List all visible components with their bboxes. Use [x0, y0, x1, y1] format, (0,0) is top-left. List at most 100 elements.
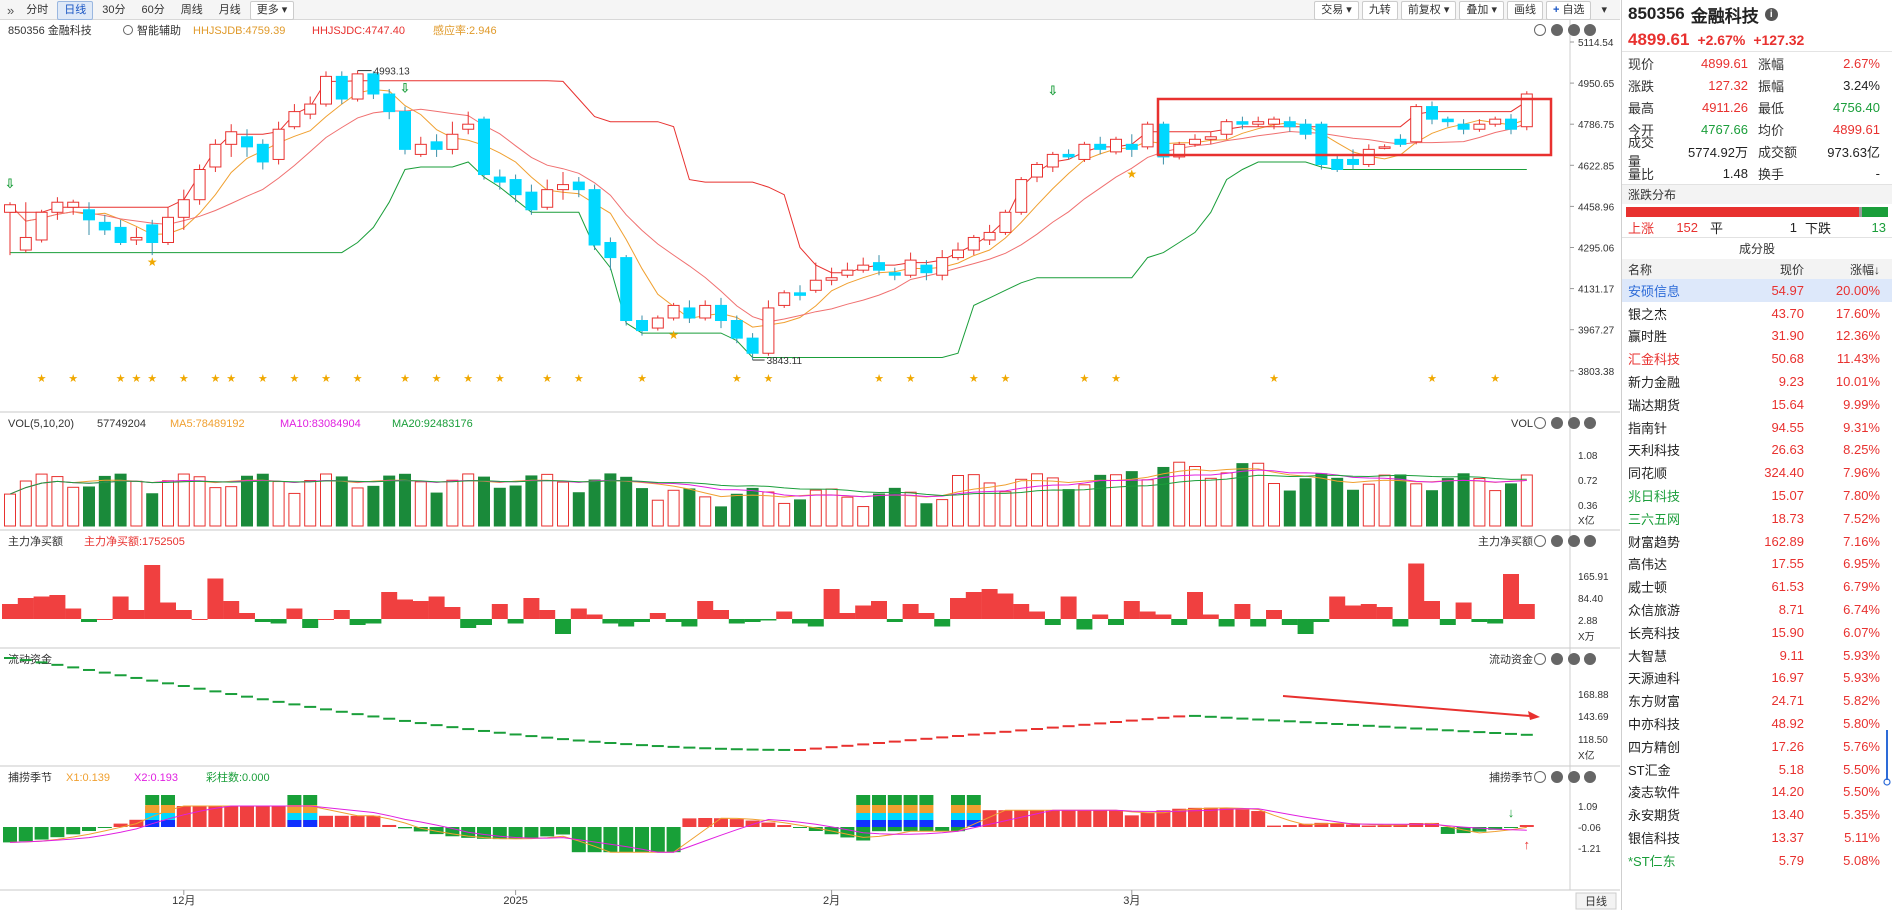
candle-body — [794, 292, 806, 296]
candle-body — [1046, 153, 1059, 168]
col-name[interactable]: 名称 — [1622, 261, 1732, 278]
scroll-indicator[interactable] — [1883, 730, 1891, 786]
info-icon[interactable]: i — [1764, 7, 1778, 21]
season-panel-control-icon[interactable] — [1568, 771, 1580, 783]
adjust-button[interactable]: 前复权 ▾ — [1400, 0, 1457, 20]
net-buy-bar — [302, 619, 319, 628]
candle-body — [1331, 158, 1344, 171]
constituent-row[interactable]: 瑞达期货 15.64 9.99% — [1622, 393, 1892, 416]
fall-count: 13 — [1871, 219, 1886, 235]
tab-weekly[interactable]: 周线 — [174, 1, 210, 20]
constituent-row[interactable]: 银之杰 43.70 17.60% — [1622, 302, 1892, 325]
vol-panel-control-icon[interactable] — [1568, 417, 1580, 429]
constituent-row[interactable]: 天源迪科 16.97 5.93% — [1622, 667, 1892, 690]
stock-price: 17.26 — [1771, 738, 1804, 754]
volume-bar — [904, 491, 917, 527]
double-chevron-right-icon[interactable]: » — [4, 3, 17, 18]
constituent-row[interactable]: 大智慧 9.11 5.93% — [1622, 644, 1892, 667]
tab-60min[interactable]: 60分 — [134, 1, 171, 20]
constituent-row[interactable]: ST汇金 5.18 5.50% — [1622, 758, 1892, 781]
constituent-row[interactable]: 新力金融 9.23 10.01% — [1622, 370, 1892, 393]
overlay-button[interactable]: 叠加 ▾ — [1459, 0, 1504, 20]
candle-body — [1031, 163, 1043, 178]
net-buy-bar — [207, 578, 224, 619]
season-bar — [271, 806, 286, 827]
constituent-row[interactable]: 众信旅游 8.71 6.74% — [1622, 598, 1892, 621]
nine-turn-button[interactable]: 九转 — [1361, 0, 1398, 20]
season-color-block — [887, 795, 902, 805]
net-buy-value: 主力净买额:1752505 — [84, 534, 185, 548]
vol-axis-label: 1.08 — [1578, 451, 1598, 462]
main-panel-control-icon[interactable] — [1584, 24, 1596, 36]
constituent-row[interactable]: 银信科技 13.37 5.11% — [1622, 826, 1892, 849]
draw-line-button[interactable]: 画线 — [1506, 0, 1543, 20]
flow-panel-control-icon[interactable] — [1568, 653, 1580, 665]
col-price[interactable]: 现价 — [1732, 261, 1804, 278]
candle-body — [1378, 146, 1391, 149]
vol-panel-control-icon[interactable] — [1584, 417, 1596, 429]
season-color-block — [303, 813, 318, 820]
tab-intraday[interactable]: 分时 — [19, 1, 55, 20]
constituent-row[interactable]: 同花顺 324.40 7.96% — [1622, 461, 1892, 484]
flow-panel-control-icon[interactable] — [1551, 653, 1563, 665]
season-color-block — [303, 820, 318, 827]
season-bars: 彩柱数:0.000 — [206, 770, 270, 784]
candle-body — [572, 181, 585, 191]
season-panel-control-icon[interactable] — [1584, 771, 1596, 783]
constituent-row[interactable]: 天利科技 26.63 8.25% — [1622, 439, 1892, 462]
tab-monthly[interactable]: 月线 — [212, 1, 248, 20]
constituent-row[interactable]: 三六五网 18.73 7.52% — [1622, 507, 1892, 530]
constituent-row[interactable]: 永安期货 13.40 5.35% — [1622, 803, 1892, 826]
net-panel-control-icon[interactable] — [1551, 535, 1563, 547]
volume-bar — [1441, 478, 1454, 527]
candle-body — [446, 133, 459, 150]
net-buy-bar — [191, 619, 208, 620]
tab-30min[interactable]: 30分 — [95, 1, 132, 20]
volume-bar — [1505, 483, 1517, 527]
constituent-row[interactable]: 指南针 94.55 9.31% — [1622, 416, 1892, 439]
constituent-row[interactable]: 高伟达 17.55 6.95% — [1622, 553, 1892, 576]
constituent-row[interactable]: 凌志软件 14.20 5.50% — [1622, 781, 1892, 804]
stock-name: 安硕信息 — [1628, 283, 1681, 299]
constituent-row[interactable]: 兆日科技 15.07 7.80% — [1622, 484, 1892, 507]
flow-panel-control-icon[interactable] — [1584, 653, 1596, 665]
vol-panel-control-icon[interactable] — [1534, 417, 1546, 429]
vol-panel-control-icon[interactable] — [1551, 417, 1563, 429]
net-buy-bar — [1297, 619, 1314, 634]
volume-bar — [1331, 477, 1344, 527]
col-change[interactable]: 涨幅↓ — [1804, 261, 1886, 278]
net-panel-control-icon[interactable] — [1584, 535, 1596, 547]
star-icon: ★ — [969, 373, 979, 385]
stock-change: 5.08% — [1843, 852, 1880, 868]
tab-more[interactable]: 更多 ▾ — [249, 0, 295, 20]
constituent-row[interactable]: 安硕信息 54.97 20.00% — [1622, 279, 1892, 302]
main-panel-control-icon[interactable] — [1568, 24, 1580, 36]
main-panel-control-icon[interactable] — [1551, 24, 1563, 36]
candle-body — [146, 224, 159, 243]
trade-button[interactable]: 交易 ▾ — [1314, 0, 1359, 20]
net-panel-control-icon[interactable] — [1568, 535, 1580, 547]
net-panel-control-icon[interactable] — [1534, 535, 1546, 547]
tab-daily[interactable]: 日线 — [57, 0, 94, 20]
toolbar-menu-icon[interactable]: ▾ — [1594, 1, 1614, 20]
chart-area[interactable]: 5114.54 4950.65 4786.75 4622.85 4458.96 4295.… — [0, 20, 1620, 910]
constituent-row[interactable]: 财富趋势 162.89 7.16% — [1622, 530, 1892, 553]
main-panel-control-icon[interactable] — [1534, 24, 1546, 36]
net-buy-bar — [381, 592, 398, 619]
constituent-row[interactable]: 四方精创 17.26 5.76% — [1622, 735, 1892, 758]
candle-body — [1347, 158, 1359, 165]
season-panel-control-icon[interactable] — [1551, 771, 1563, 783]
constituent-row[interactable]: *ST仁东 5.79 5.08% — [1622, 849, 1892, 872]
constituent-row[interactable]: 东方财富 24.71 5.82% — [1622, 689, 1892, 712]
constituent-row[interactable]: 赢时胜 31.90 12.36% — [1622, 325, 1892, 348]
volume-bar — [967, 474, 980, 527]
constituent-row[interactable]: 长亮科技 15.90 6.07% — [1622, 621, 1892, 644]
flow-panel-control-icon[interactable] — [1534, 653, 1546, 665]
constituent-row[interactable]: 汇金科技 50.68 11.43% — [1622, 347, 1892, 370]
add-watchlist-button[interactable]: + 自选 — [1545, 0, 1592, 20]
season-panel-control-icon[interactable] — [1534, 771, 1546, 783]
stock-change: 11.43% — [1836, 351, 1880, 367]
net-buy-bar — [1345, 605, 1361, 619]
constituent-row[interactable]: 威士顿 61.53 6.79% — [1622, 575, 1892, 598]
constituent-row[interactable]: 中亦科技 48.92 5.80% — [1622, 712, 1892, 735]
